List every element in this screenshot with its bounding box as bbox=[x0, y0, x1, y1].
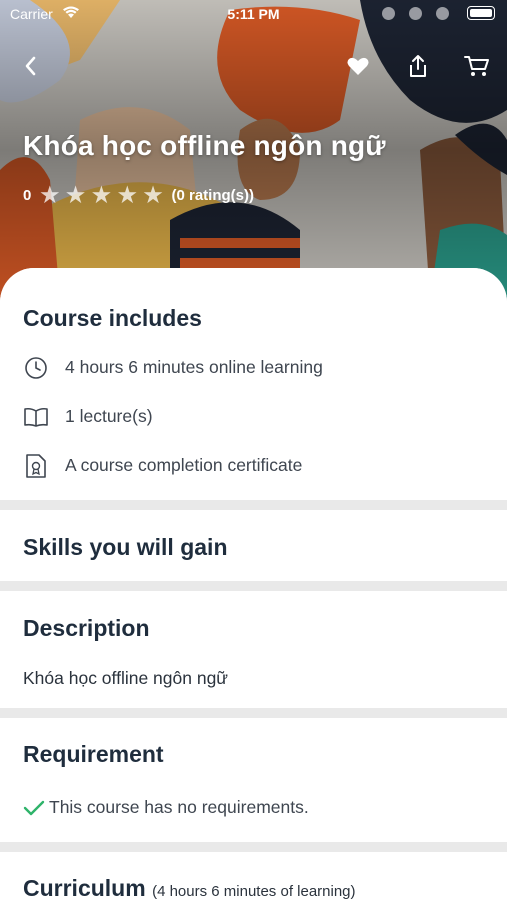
star-icon: ★ bbox=[40, 184, 60, 207]
battery-icon bbox=[467, 6, 495, 20]
include-item-text: 4 hours 6 minutes online learning bbox=[65, 357, 323, 377]
clock-icon bbox=[23, 355, 49, 381]
chevron-left-icon bbox=[25, 56, 36, 76]
course-includes-heading: Course includes bbox=[23, 305, 202, 331]
star-icon: ★ bbox=[117, 184, 137, 207]
rating-value: 0 bbox=[23, 187, 32, 204]
description-text: Khóa học offline ngôn ngữ bbox=[23, 668, 229, 688]
signal-dots bbox=[382, 7, 449, 20]
curriculum-heading: Curriculum bbox=[23, 875, 146, 901]
share-button[interactable] bbox=[402, 50, 434, 82]
check-icon bbox=[23, 800, 45, 815]
course-details-sheet: Course includes 4 hours 6 minutes online… bbox=[0, 268, 507, 908]
course-rating: 0 ★ ★ ★ ★ ★ (0 rating(s)) bbox=[23, 185, 254, 206]
favorite-button[interactable] bbox=[342, 50, 374, 82]
include-item-lectures: 1 lecture(s) bbox=[23, 392, 484, 441]
requirement-heading: Requirement bbox=[23, 741, 164, 767]
rating-stars: ★ ★ ★ ★ ★ bbox=[40, 185, 162, 206]
book-icon bbox=[23, 404, 49, 430]
include-item-text: A course completion certificate bbox=[65, 455, 303, 475]
requirement-section: Requirement This course has no requireme… bbox=[0, 718, 507, 842]
course-hero: Carrier 5:11 PM Khóa học offline ngôn ng… bbox=[0, 0, 507, 300]
cart-button[interactable] bbox=[461, 50, 493, 82]
share-icon bbox=[410, 55, 426, 77]
star-icon: ★ bbox=[66, 184, 85, 207]
skills-section[interactable]: Skills you will gain bbox=[0, 510, 507, 581]
back-button[interactable] bbox=[15, 50, 47, 82]
skills-heading: Skills you will gain bbox=[23, 534, 228, 560]
certificate-icon bbox=[23, 453, 49, 479]
description-heading: Description bbox=[23, 615, 150, 641]
include-item-text: 1 lecture(s) bbox=[65, 406, 153, 426]
curriculum-summary: (4 hours 6 minutes of learning) bbox=[152, 883, 356, 900]
course-title: Khóa học offline ngôn ngữ bbox=[23, 130, 386, 161]
heart-icon bbox=[347, 57, 369, 75]
curriculum-heading-row: Curriculum (4 hours 6 minutes of learnin… bbox=[23, 875, 356, 902]
requirement-item: This course has no requirements. bbox=[23, 797, 309, 818]
include-item-duration: 4 hours 6 minutes online learning bbox=[23, 343, 484, 392]
course-includes-section: Course includes 4 hours 6 minutes online… bbox=[0, 268, 507, 500]
cart-icon bbox=[464, 56, 489, 76]
status-bar: Carrier 5:11 PM bbox=[0, 0, 507, 28]
requirement-text: This course has no requirements. bbox=[49, 797, 309, 817]
rating-count: (0 rating(s)) bbox=[171, 187, 254, 204]
include-item-certificate: A course completion certificate bbox=[23, 441, 484, 490]
description-section: Description Khóa học offline ngôn ngữ bbox=[0, 591, 507, 708]
star-icon: ★ bbox=[92, 184, 111, 207]
star-icon: ★ bbox=[143, 184, 163, 207]
